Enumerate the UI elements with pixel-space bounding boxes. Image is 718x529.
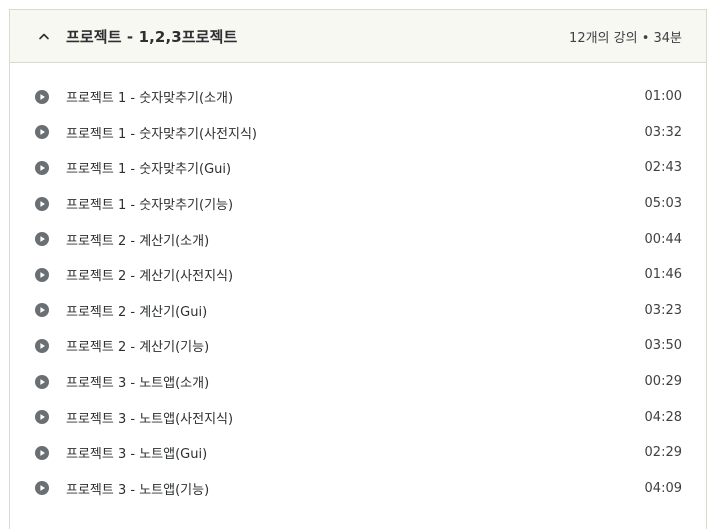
lecture-item[interactable]: 프로젝트 3 - 노트앱(Gui) 02:29 (10, 435, 706, 471)
lecture-duration: 01:46 (644, 267, 682, 283)
play-circle-icon[interactable] (34, 124, 50, 140)
lecture-duration: 03:32 (644, 124, 682, 140)
lecture-duration: 04:28 (644, 409, 682, 425)
section-title: 프로젝트 - 1,2,3프로젝트 (66, 27, 238, 46)
lecture-item[interactable]: 프로젝트 2 - 계산기(사전지식) 01:46 (10, 257, 706, 293)
curriculum-panel: 프로젝트 - 1,2,3프로젝트 12개의 강의 • 34분 프로젝트 1 - … (9, 9, 707, 529)
lecture-duration: 03:50 (644, 338, 682, 354)
lecture-item[interactable]: 프로젝트 3 - 노트앱(사전지식) 04:28 (10, 399, 706, 435)
lecture-item[interactable]: 프로젝트 2 - 계산기(기능) 03:50 (10, 328, 706, 364)
play-circle-icon[interactable] (34, 445, 50, 461)
play-circle-icon[interactable] (34, 196, 50, 212)
lecture-item[interactable]: 프로젝트 1 - 숫자맞추기(소개) 01:00 (10, 79, 706, 115)
play-circle-icon[interactable] (34, 231, 50, 247)
lecture-item[interactable]: 프로젝트 1 - 숫자맞추기(사전지식) 03:32 (10, 115, 706, 151)
lecture-title[interactable]: 프로젝트 3 - 노트앱(Gui) (66, 443, 645, 462)
play-circle-icon[interactable] (34, 409, 50, 425)
lecture-title[interactable]: 프로젝트 3 - 노트앱(기능) (66, 479, 645, 498)
lecture-item[interactable]: 프로젝트 2 - 계산기(소개) 00:44 (10, 221, 706, 257)
lecture-item[interactable]: 프로젝트 3 - 노트앱(기능) 04:09 (10, 471, 706, 507)
lecture-item[interactable]: 프로젝트 1 - 숫자맞추기(기능) 05:03 (10, 186, 706, 222)
lecture-title[interactable]: 프로젝트 2 - 계산기(소개) (66, 230, 645, 249)
lecture-duration: 02:29 (644, 445, 682, 461)
lecture-duration: 00:44 (644, 231, 682, 247)
play-circle-icon[interactable] (34, 160, 50, 176)
lecture-title[interactable]: 프로젝트 3 - 노트앱(사전지식) (66, 408, 645, 427)
lecture-title[interactable]: 프로젝트 2 - 계산기(기능) (66, 336, 645, 355)
lecture-item[interactable]: 프로젝트 2 - 계산기(Gui) 03:23 (10, 293, 706, 329)
chevron-up-icon[interactable] (34, 26, 54, 46)
play-circle-icon[interactable] (34, 89, 50, 105)
play-circle-icon[interactable] (34, 267, 50, 283)
lecture-list: 프로젝트 1 - 숫자맞추기(소개) 01:00 프로젝트 1 - 숫자맞추기(… (10, 63, 706, 506)
play-circle-icon[interactable] (34, 338, 50, 354)
lecture-item[interactable]: 프로젝트 3 - 노트앱(소개) 00:29 (10, 364, 706, 400)
lecture-duration: 04:09 (644, 480, 682, 496)
lecture-title[interactable]: 프로젝트 2 - 계산기(Gui) (66, 301, 645, 320)
play-circle-icon[interactable] (34, 480, 50, 496)
lecture-duration: 02:43 (644, 160, 682, 176)
lecture-title[interactable]: 프로젝트 2 - 계산기(사전지식) (66, 265, 645, 284)
lecture-title[interactable]: 프로젝트 3 - 노트앱(소개) (66, 372, 645, 391)
lecture-title[interactable]: 프로젝트 1 - 숫자맞추기(Gui) (66, 158, 645, 177)
lecture-title[interactable]: 프로젝트 1 - 숫자맞추기(기능) (66, 194, 645, 213)
play-circle-icon[interactable] (34, 302, 50, 318)
lecture-duration: 01:00 (644, 89, 682, 105)
section-header-toggle[interactable]: 프로젝트 - 1,2,3프로젝트 12개의 강의 • 34분 (10, 10, 706, 63)
lecture-title[interactable]: 프로젝트 1 - 숫자맞추기(사전지식) (66, 123, 645, 142)
lecture-duration: 05:03 (644, 196, 682, 212)
lecture-item[interactable]: 프로젝트 1 - 숫자맞추기(Gui) 02:43 (10, 150, 706, 186)
lecture-duration: 00:29 (644, 374, 682, 390)
lecture-title[interactable]: 프로젝트 1 - 숫자맞추기(소개) (66, 87, 645, 106)
section-meta: 12개의 강의 • 34분 (569, 30, 682, 46)
lecture-duration: 03:23 (644, 302, 682, 318)
play-circle-icon[interactable] (34, 374, 50, 390)
